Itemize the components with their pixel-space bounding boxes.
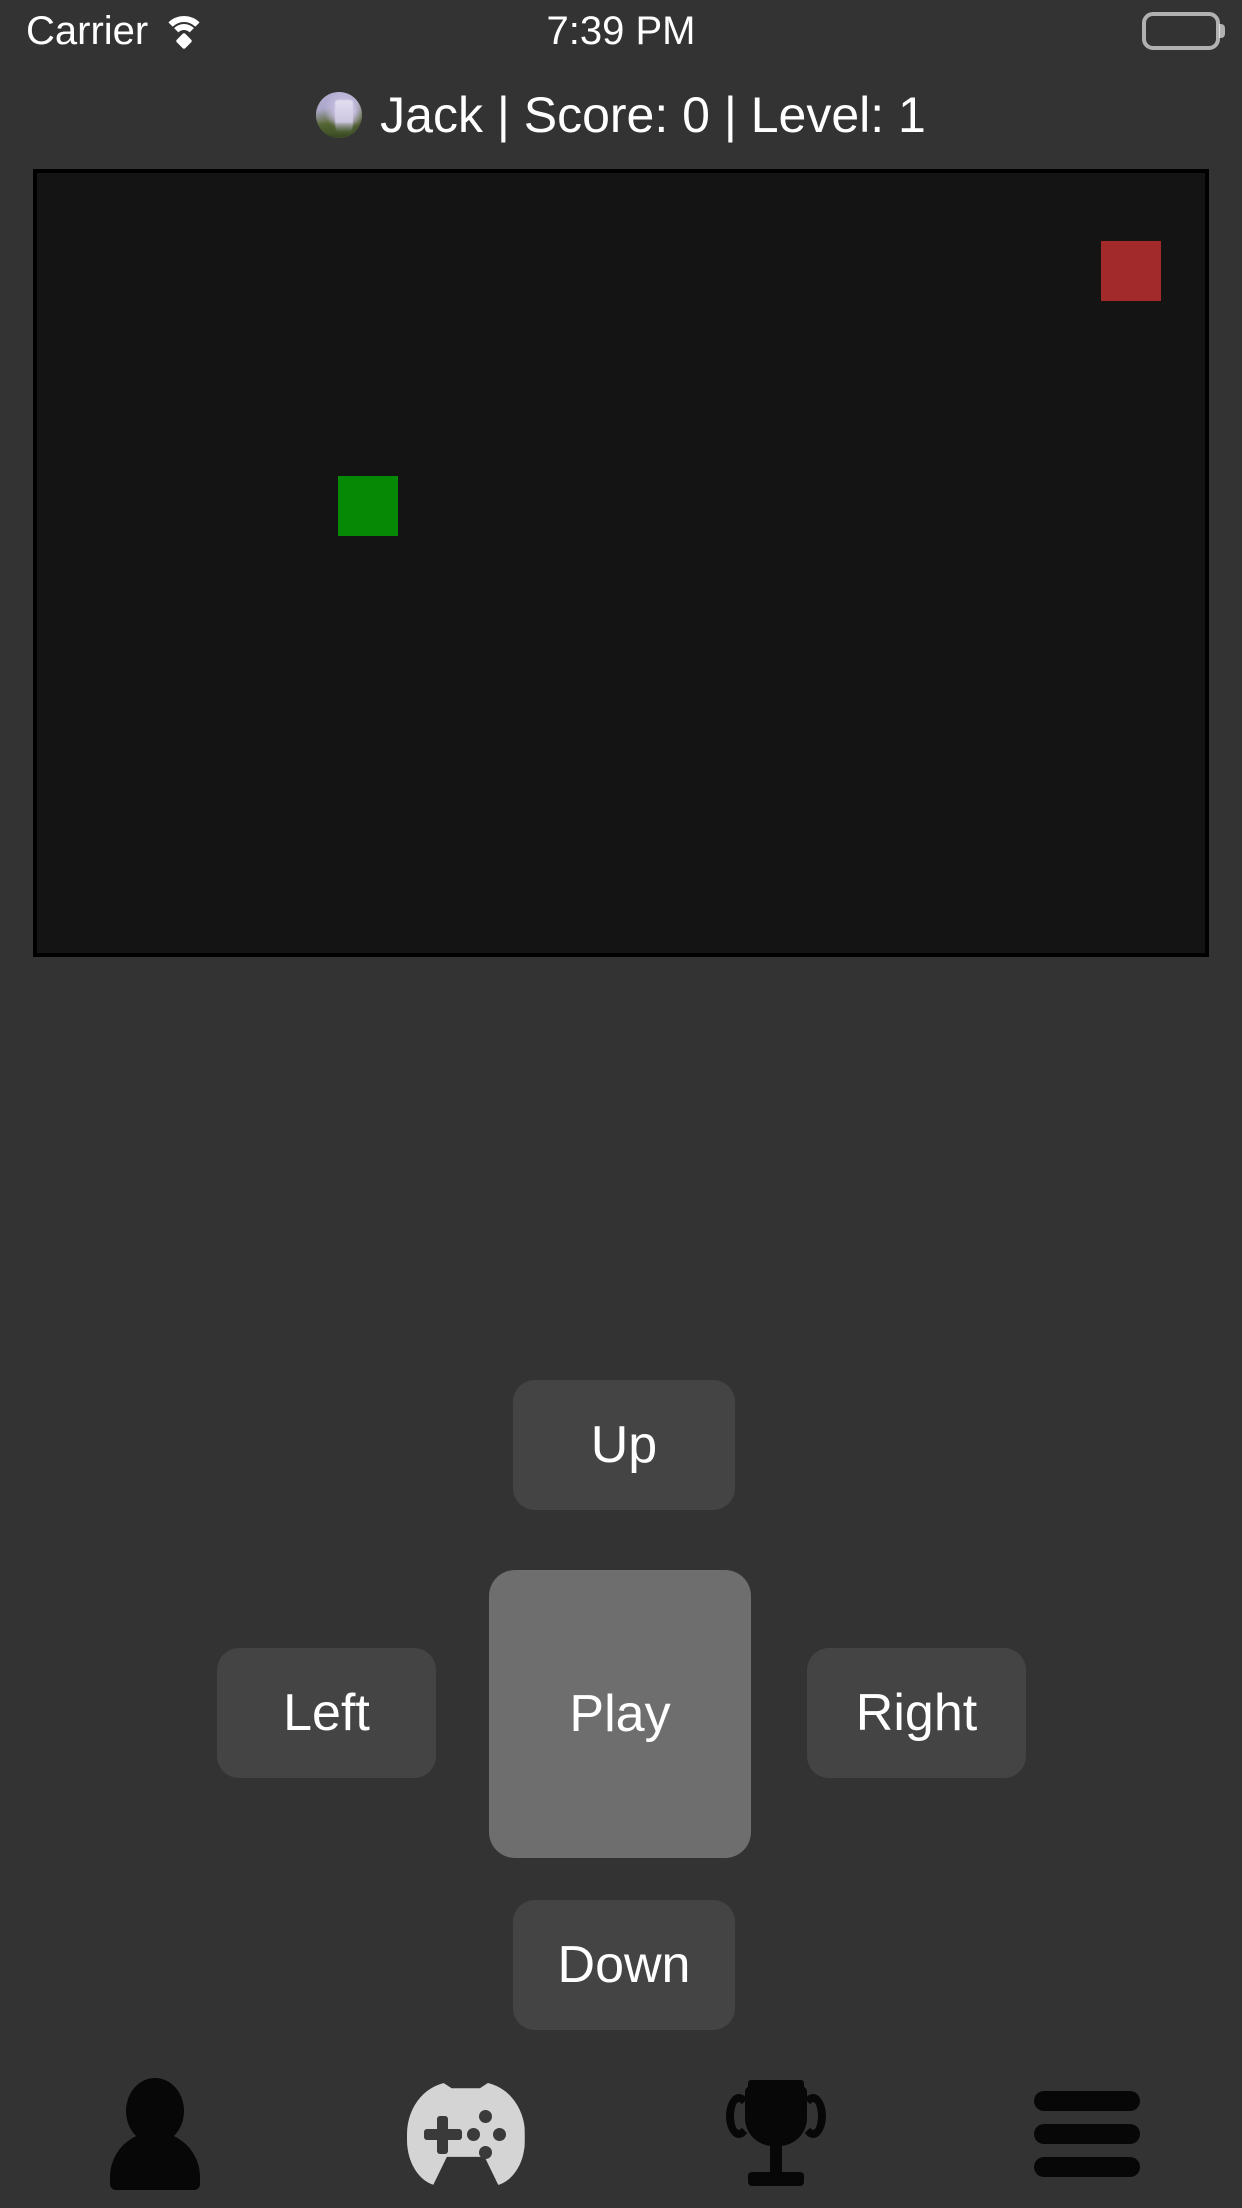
- status-bar-right: [1142, 0, 1225, 62]
- tab-menu[interactable]: [932, 2060, 1242, 2208]
- gamepad-icon: [406, 2082, 525, 2186]
- tab-bar: [0, 2060, 1242, 2208]
- page-title: Jack | Score: 0 | Level: 1: [380, 86, 926, 143]
- snake-cell: [338, 476, 398, 536]
- app-screen: Carrier 7:39 PM Jack | Score: 0 | Level:…: [0, 0, 1242, 2208]
- down-button[interactable]: Down: [513, 1900, 735, 2030]
- status-bar-clock: 7:39 PM: [546, 8, 696, 53]
- tab-leaderboard[interactable]: [621, 2060, 932, 2208]
- game-header: Jack | Score: 0 | Level: 1: [0, 62, 1242, 167]
- trophy-icon: [720, 2078, 832, 2190]
- battery-full-icon: [1142, 12, 1225, 50]
- game-board[interactable]: [33, 169, 1209, 957]
- person-icon: [110, 2078, 201, 2190]
- avatar[interactable]: [316, 91, 363, 138]
- left-button[interactable]: Left: [217, 1648, 436, 1778]
- hamburger-menu-icon: [1033, 2091, 1140, 2177]
- control-pad: Up Left Play Right Down: [0, 1360, 1242, 2050]
- up-button[interactable]: Up: [513, 1380, 735, 1510]
- tab-game[interactable]: [311, 2060, 622, 2208]
- status-bar: Carrier 7:39 PM: [0, 0, 1242, 62]
- tab-profile[interactable]: [0, 2060, 311, 2208]
- food-cell: [1101, 241, 1161, 301]
- play-button[interactable]: Play: [489, 1570, 751, 1858]
- right-button[interactable]: Right: [807, 1648, 1026, 1778]
